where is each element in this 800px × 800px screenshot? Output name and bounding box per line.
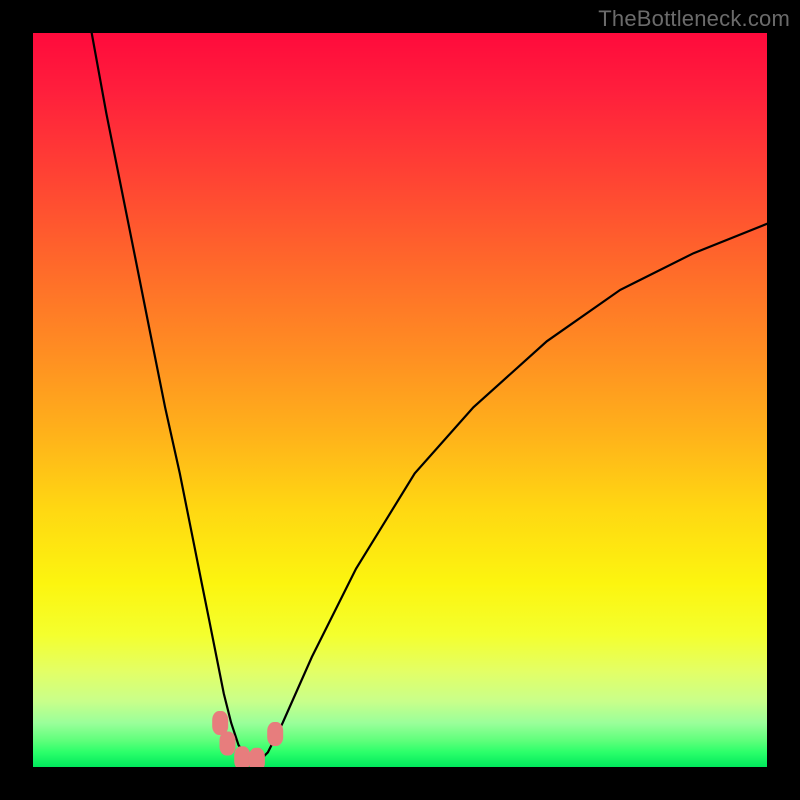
curve-layer	[33, 33, 767, 767]
marker-2	[234, 746, 250, 767]
watermark-text: TheBottleneck.com	[598, 6, 790, 32]
plot-area	[33, 33, 767, 767]
chart-frame: TheBottleneck.com	[0, 0, 800, 800]
marker-3	[249, 748, 265, 767]
marker-4	[267, 722, 283, 746]
marker-1	[220, 732, 236, 756]
bottleneck-curve	[92, 33, 767, 760]
marker-0	[212, 711, 228, 735]
